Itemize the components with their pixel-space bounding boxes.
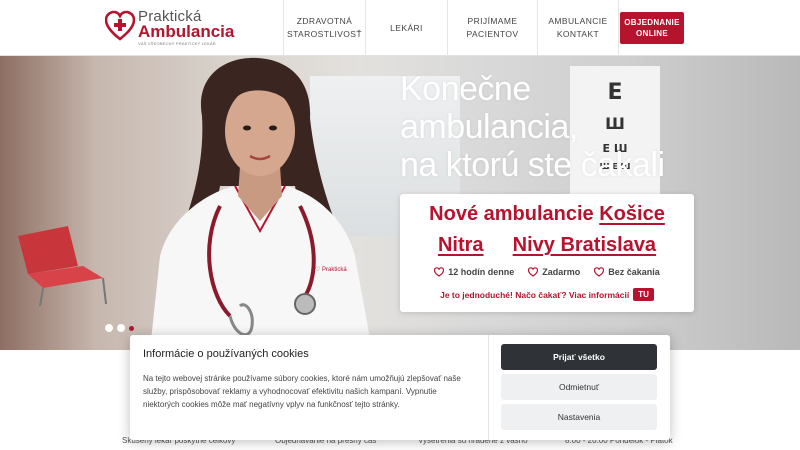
slider-dot-active[interactable] <box>129 326 134 331</box>
heart-check-icon <box>594 267 605 277</box>
cookie-title: Informácie o používaných cookies <box>143 348 309 360</box>
hero-slider: E Ш Е Ш Ш Е Ш ♡ Praktická Konečne ambula… <box>0 56 800 350</box>
logo[interactable]: Praktická Ambulancia VÁŠ VŠEOBECNÝ PRAKT… <box>105 8 235 48</box>
nav-item-prijimame-pacientov[interactable]: PRIJÍMAME PACIENTOV <box>447 0 537 56</box>
new-clinics-card: Nové ambulancie Košice Nitra Nivy Bratis… <box>400 194 694 312</box>
feature-label: 12 hodín denne <box>448 267 515 277</box>
settings-button[interactable]: Nastavenia <box>501 404 657 430</box>
divider <box>488 335 489 440</box>
svg-text:♡ Praktická: ♡ Praktická <box>315 266 347 273</box>
online-booking-button[interactable]: OBJEDNANIE ONLINE <box>620 12 684 44</box>
feature-label: Zadarmo <box>542 267 581 277</box>
city-link-nivy-bratislava[interactable]: Nivy Bratislava <box>513 234 656 256</box>
doctor-photo: ♡ Praktická <box>150 57 372 350</box>
nav-item-lekari[interactable]: LEKÁRI <box>365 0 447 56</box>
card-footer: Je to jednoduché! Načo čakať? Viac infor… <box>400 288 694 301</box>
reject-button[interactable]: Odmietnuť <box>501 374 657 400</box>
hero-headline-line: ambulancia, <box>400 108 578 146</box>
hero-headline-line: Konečne <box>400 70 531 108</box>
card-footer-text: Je to jednoduché! Načo čakať? Viac infor… <box>440 289 630 300</box>
nav-item-ambulancie-kontakt[interactable]: AMBULANCIE KONTAKT <box>537 0 619 56</box>
site-header: Praktická Ambulancia VÁŠ VŠEOBECNÝ PRAKT… <box>0 0 800 56</box>
slider-dots <box>105 324 134 332</box>
more-info-button[interactable]: TU <box>633 288 654 301</box>
heart-logo-icon <box>105 10 135 41</box>
accept-all-button[interactable]: Prijať všetko <box>501 344 657 370</box>
cookie-info: Informácie o používaných cookies Na tejt… <box>130 335 488 440</box>
city-link-kosice[interactable]: Košice <box>599 203 665 225</box>
logo-tagline: VÁŠ VŠEOBECNÝ PRAKTICKÝ LEKÁR <box>138 41 216 46</box>
slider-dot[interactable] <box>105 324 113 332</box>
cookie-consent-dialog: Informácie o používaných cookies Na tejt… <box>130 335 670 440</box>
city-link-nitra[interactable]: Nitra <box>438 234 484 256</box>
card-title: Nové ambulancie Košice <box>400 203 694 226</box>
nav-item-zdravotna-starostlivost[interactable]: ZDRAVOTNÁ STAROSTLIVOSŤ <box>283 0 365 56</box>
cookie-description: Na tejto webovej stránke používame súbor… <box>143 374 461 409</box>
main-nav: ZDRAVOTNÁ STAROSTLIVOSŤ LEKÁRI PRIJÍMAME… <box>283 0 619 56</box>
slider-dot[interactable] <box>117 324 125 332</box>
card-cities: Nitra Nivy Bratislava <box>400 234 694 257</box>
feature-item: 12 hodín denne <box>434 267 514 277</box>
hero-headline-line: na ktorú ste čakali <box>400 146 665 184</box>
feature-item: Bez čakania <box>594 267 660 277</box>
card-title-prefix: Nové ambulancie <box>429 203 600 225</box>
logo-text-ambulancia: Ambulancia <box>138 22 235 41</box>
heart-check-icon <box>434 267 445 277</box>
red-chair-image <box>18 226 107 306</box>
features-list: 12 hodín denne Zadarmo Bez čakania <box>400 267 694 277</box>
hero-headline: Konečne ambulancia, na ktorú ste čakali <box>400 70 720 184</box>
heart-check-icon <box>528 267 539 277</box>
feature-label: Bez čakania <box>608 267 660 277</box>
feature-item: Zadarmo <box>528 267 580 277</box>
